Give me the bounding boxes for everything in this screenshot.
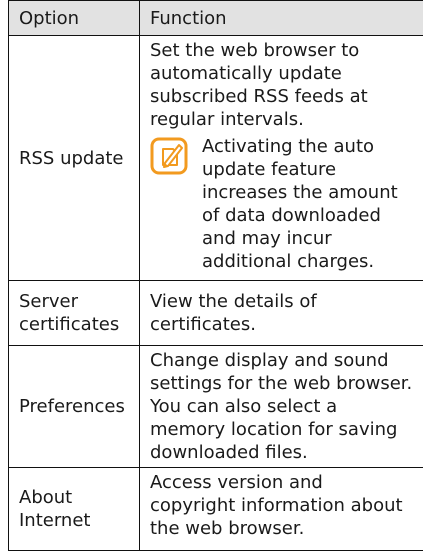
note-text: Activating the auto update feature incre… [202,135,413,273]
table-header-row: Option Function [9,1,423,36]
option-cell: Preferences [9,346,140,468]
note-pencil-icon [150,137,188,175]
options-table-container: Option Function RSS update Set the web b… [8,0,423,551]
note-block: Activating the auto update feature incre… [150,135,413,277]
function-cell: Access version and copyright information… [140,468,423,551]
table-row: Server certificates View the details of … [9,281,423,346]
table-row: About Internet Access version and copyri… [9,468,423,551]
options-table: Option Function RSS update Set the web b… [8,0,423,551]
table-row: Preferences Change display and sound set… [9,346,423,468]
function-cell: View the details of certificates. [140,281,423,346]
function-cell: Change display and sound settings for th… [140,346,423,468]
option-cell: About Internet [9,468,140,551]
option-cell: RSS update [9,36,140,281]
function-text: Set the web browser to automatically upd… [150,39,413,131]
header-option: Option [9,1,140,36]
function-cell: Set the web browser to automatically upd… [140,36,423,281]
table-row: RSS update Set the web browser to automa… [9,36,423,281]
option-cell: Server certificates [9,281,140,346]
header-function: Function [140,1,423,36]
